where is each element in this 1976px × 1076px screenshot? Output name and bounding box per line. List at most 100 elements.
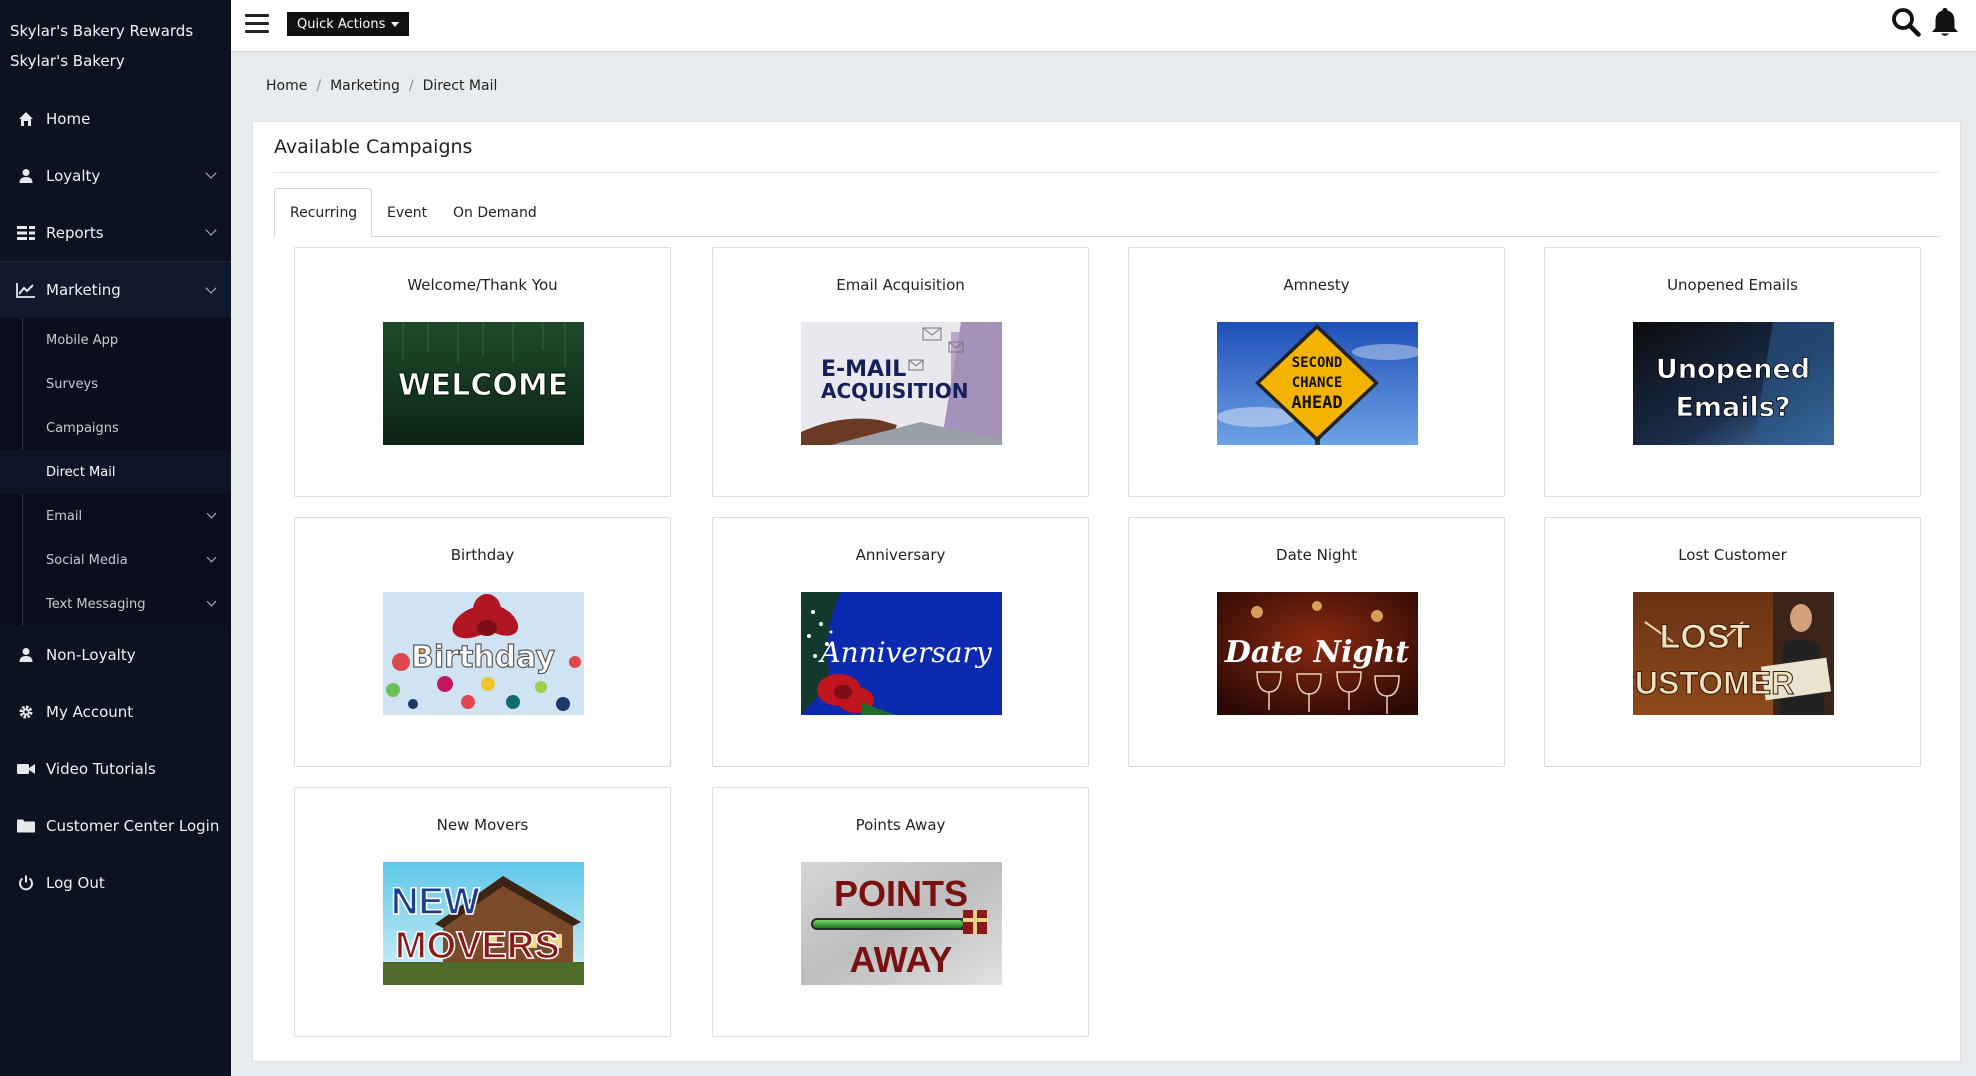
campaign-tabs: Recurring Event On Demand xyxy=(274,188,1939,238)
sidebar-item-customer-center-login[interactable]: Customer Center Login xyxy=(0,797,231,854)
program-name: Skylar's Bakery Rewards xyxy=(10,22,194,40)
breadcrumb-separator: / xyxy=(408,78,414,94)
campaign-title: Email Acquisition xyxy=(836,276,965,294)
campaign-card-points-away[interactable]: Points Away POINTS AWAY xyxy=(712,787,1089,1037)
sidebar-item-label: Video Tutorials xyxy=(46,759,156,778)
campaign-title: New Movers xyxy=(436,816,529,834)
user-icon xyxy=(16,166,36,186)
sidebar-subitem-label: Text Messaging xyxy=(46,596,146,612)
sidebar-nav: Home Loyalty Reports Marketing Mobile Ap… xyxy=(0,90,231,911)
campaign-card-new-movers[interactable]: New Movers NEW MOVERS xyxy=(294,787,671,1037)
user-icon xyxy=(16,645,36,665)
campaign-title: Amnesty xyxy=(1283,276,1350,294)
campaign-title: Lost Customer xyxy=(1678,546,1787,564)
chevron-down-icon xyxy=(206,508,217,519)
topbar: Quick Actions xyxy=(231,0,1976,52)
business-name: Skylar's Bakery xyxy=(10,52,125,70)
power-icon xyxy=(16,873,36,893)
hamburger-menu-icon[interactable] xyxy=(245,14,269,34)
image-text: POINTS xyxy=(834,873,968,914)
campaign-title: Points Away xyxy=(855,816,946,834)
sidebar-item-label: Loyalty xyxy=(46,166,101,185)
home-icon xyxy=(16,109,36,129)
breadcrumb-marketing[interactable]: Marketing xyxy=(330,78,400,94)
sidebar-item-video-tutorials[interactable]: Video Tutorials xyxy=(0,740,231,797)
image-text: MOVERS xyxy=(395,925,560,967)
campaign-card-amnesty[interactable]: Amnesty SECOND CHANCE AHEAD xyxy=(1128,247,1505,497)
campaign-image-lost-customer: LOST CUSTOMER xyxy=(1633,592,1834,715)
campaign-image-date-night: Date Night xyxy=(1217,592,1418,715)
campaign-card-welcome[interactable]: Welcome/Thank You WELCOME xyxy=(294,247,671,497)
image-text: Date Night xyxy=(1224,635,1409,670)
image-text: WELCOME xyxy=(398,368,569,403)
page-title: Available Campaigns xyxy=(274,136,473,158)
sidebar-item-log-out[interactable]: Log Out xyxy=(0,854,231,911)
breadcrumb: Home / Marketing / Direct Mail xyxy=(266,78,497,94)
campaign-image-welcome: WELCOME xyxy=(383,322,584,445)
image-text: ACQUISITION xyxy=(821,379,969,403)
campaign-card-anniversary[interactable]: Anniversary Anniversary xyxy=(712,517,1089,767)
sidebar-subitem-mobile-app[interactable]: Mobile App xyxy=(0,318,231,362)
campaign-image-amnesty: SECOND CHANCE AHEAD xyxy=(1217,322,1418,445)
chevron-down-icon xyxy=(205,224,217,236)
chart-icon xyxy=(16,280,36,300)
sidebar-subitem-campaigns[interactable]: Campaigns xyxy=(0,406,231,450)
image-text: Unopened xyxy=(1656,354,1810,385)
gear-icon xyxy=(16,702,36,722)
sidebar-item-label: Marketing xyxy=(46,281,121,299)
sidebar-item-reports[interactable]: Reports xyxy=(0,204,231,261)
quick-actions-label: Quick Actions xyxy=(297,16,386,32)
reports-icon xyxy=(16,223,36,243)
campaign-title: Date Night xyxy=(1276,546,1357,564)
tab-recurring[interactable]: Recurring xyxy=(274,188,372,238)
campaign-title: Unopened Emails xyxy=(1667,276,1798,294)
campaign-title: Anniversary xyxy=(855,546,946,564)
tab-event[interactable]: Event xyxy=(372,188,442,237)
quick-actions-button[interactable]: Quick Actions xyxy=(287,12,410,36)
image-text: CHANCE xyxy=(1292,375,1343,391)
divider xyxy=(274,172,1939,173)
folder-icon xyxy=(16,816,36,836)
chevron-down-icon xyxy=(206,552,217,563)
campaign-title: Birthday xyxy=(450,546,515,564)
campaign-image-email-acquisition: E-MAIL ACQUISITION xyxy=(801,322,1002,445)
campaign-card-lost-customer[interactable]: Lost Customer LOST CUSTOMER xyxy=(1544,517,1921,767)
image-text: Anniversary xyxy=(817,636,992,669)
sidebar-item-non-loyalty[interactable]: Non-Loyalty xyxy=(0,626,231,683)
sidebar-item-my-account[interactable]: My Account xyxy=(0,683,231,740)
image-text: SECOND xyxy=(1292,355,1343,371)
campaign-image-unopened-emails: Unopened Emails? xyxy=(1633,322,1834,445)
bell-icon[interactable] xyxy=(1930,6,1960,38)
image-text: AHEAD xyxy=(1291,393,1342,413)
sidebar-item-home[interactable]: Home xyxy=(0,90,231,147)
sidebar-item-label: Customer Center Login xyxy=(46,816,220,835)
sidebar-subitem-label: Social Media xyxy=(46,552,128,568)
image-text: Birthday xyxy=(411,640,555,675)
search-icon[interactable] xyxy=(1890,6,1922,38)
campaign-card-birthday[interactable]: Birthday Birthday xyxy=(294,517,671,767)
sidebar-subitem-direct-mail[interactable]: Direct Mail xyxy=(0,450,231,494)
sidebar-subitem-text-messaging[interactable]: Text Messaging xyxy=(0,582,231,626)
sidebar-subitem-email[interactable]: Email xyxy=(0,494,231,538)
breadcrumb-separator: / xyxy=(316,78,322,94)
sidebar-item-marketing[interactable]: Marketing xyxy=(0,261,231,318)
image-text: AWAY xyxy=(850,939,953,980)
sidebar-subitem-social-media[interactable]: Social Media xyxy=(0,538,231,582)
campaign-image-points-away: POINTS AWAY xyxy=(801,862,1002,985)
video-icon xyxy=(16,759,36,779)
sidebar-item-loyalty[interactable]: Loyalty xyxy=(0,147,231,204)
brand: Skylar's Bakery Rewards Skylar's Bakery xyxy=(0,0,231,76)
sidebar-subitem-surveys[interactable]: Surveys xyxy=(0,362,231,406)
campaign-card-email-acquisition[interactable]: Email Acquisition E-MAIL ACQUISITION xyxy=(712,247,1089,497)
sidebar-item-label: Reports xyxy=(46,223,104,242)
sidebar-subitem-label: Email xyxy=(46,508,83,524)
campaign-title: Welcome/Thank You xyxy=(407,276,558,294)
tab-on-demand[interactable]: On Demand xyxy=(438,188,552,237)
image-text: CUSTOMER xyxy=(1633,665,1794,701)
breadcrumb-home[interactable]: Home xyxy=(266,78,307,94)
chevron-down-icon xyxy=(206,596,217,607)
campaign-card-date-night[interactable]: Date Night Date Night xyxy=(1128,517,1505,767)
sidebar-item-label: Non-Loyalty xyxy=(46,645,136,664)
campaign-card-unopened-emails[interactable]: Unopened Emails Unopened Emails? xyxy=(1544,247,1921,497)
caret-down-icon xyxy=(391,21,400,27)
